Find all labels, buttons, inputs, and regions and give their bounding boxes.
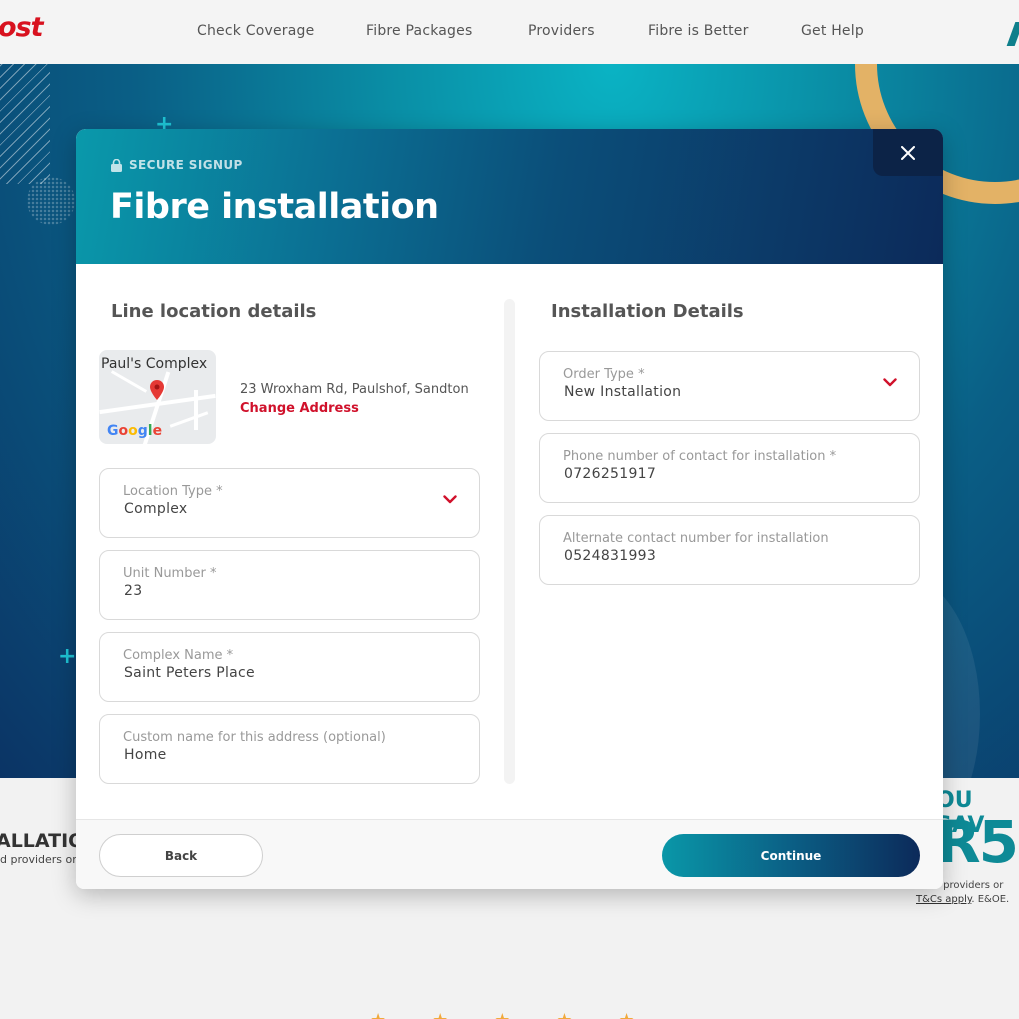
modal-title: Fibre installation xyxy=(110,187,439,227)
unit-number-field[interactable]: Unit Number * 23 xyxy=(99,550,480,620)
fibre-installation-modal: SECURE SIGNUP Fibre installation Line lo… xyxy=(76,129,943,889)
field-value: 0726251917 xyxy=(564,466,657,482)
lock-icon xyxy=(111,158,122,172)
chevron-down-icon xyxy=(883,378,897,387)
modal-header: SECURE SIGNUP Fibre installation xyxy=(76,129,943,264)
continue-button[interactable]: Continue xyxy=(662,834,920,877)
chevron-down-icon xyxy=(443,495,457,504)
field-label: Complex Name * xyxy=(123,648,234,663)
field-label: Custom name for this address (optional) xyxy=(123,730,386,745)
complex-name-field[interactable]: Complex Name * Saint Peters Place xyxy=(99,632,480,702)
nav-providers[interactable]: Providers xyxy=(528,23,595,39)
site-logo[interactable]: ost xyxy=(0,12,44,43)
back-button[interactable]: Back xyxy=(99,834,263,877)
promo-right-terms: T&Cs apply. E&OE. xyxy=(916,894,1009,905)
nav-check-coverage[interactable]: Check Coverage xyxy=(197,23,314,39)
secure-signup-text: SECURE SIGNUP xyxy=(129,158,243,172)
field-label: Alternate contact number for installatio… xyxy=(563,531,829,546)
address-text: 23 Wroxham Rd, Paulshof, Sandton xyxy=(240,382,469,397)
field-value: 0524831993 xyxy=(564,548,657,564)
nav-get-help[interactable]: Get Help xyxy=(801,23,864,39)
map-pin-icon xyxy=(150,380,164,400)
plus-icon: + xyxy=(58,644,77,669)
field-label: Unit Number * xyxy=(123,566,217,581)
close-button[interactable] xyxy=(873,129,943,176)
installation-details-heading: Installation Details xyxy=(551,301,744,322)
column-divider xyxy=(504,299,515,784)
map-place-label: Paul's Complex xyxy=(101,356,208,372)
close-icon xyxy=(901,145,915,160)
field-value: Complex xyxy=(124,501,188,517)
nav-fibre-packages[interactable]: Fibre Packages xyxy=(366,23,472,39)
field-value: Saint Peters Place xyxy=(124,665,255,681)
order-type-select[interactable]: Order Type * New Installation xyxy=(539,351,920,421)
field-value: 23 xyxy=(124,583,143,599)
promo-left-subtitle: d providers or xyxy=(0,853,77,866)
secure-signup-label: SECURE SIGNUP xyxy=(111,158,243,172)
rating-stars: ★★★★★ xyxy=(370,1010,650,1019)
map-road xyxy=(169,411,209,428)
terms-suffix: . E&OE. xyxy=(971,894,1010,905)
dots-decoration xyxy=(27,177,75,225)
field-value: Home xyxy=(124,747,167,763)
google-logo: Google xyxy=(107,423,163,439)
nav-fibre-is-better[interactable]: Fibre is Better xyxy=(648,23,749,39)
stripes-decoration xyxy=(0,64,50,184)
custom-address-name-field[interactable]: Custom name for this address (optional) … xyxy=(99,714,480,784)
field-label: Order Type * xyxy=(563,367,645,382)
top-navigation: ost Check Coverage Fibre Packages Provid… xyxy=(0,0,1019,64)
terms-link[interactable]: T&Cs apply xyxy=(916,894,971,905)
field-label: Location Type * xyxy=(123,484,223,499)
promo-left-title: ALLATIO xyxy=(0,830,85,852)
field-label: Phone number of contact for installation… xyxy=(563,449,837,464)
field-value: New Installation xyxy=(564,384,682,400)
promo-right-amount: R50 xyxy=(936,808,1019,876)
nav-edge-decoration xyxy=(1006,22,1019,46)
contact-phone-field[interactable]: Phone number of contact for installation… xyxy=(539,433,920,503)
alternate-phone-field[interactable]: Alternate contact number for installatio… xyxy=(539,515,920,585)
change-address-link[interactable]: Change Address xyxy=(240,401,359,416)
map-road xyxy=(194,390,198,430)
address-map-thumbnail[interactable]: Paul's Complex Google xyxy=(99,350,216,444)
map-road xyxy=(110,370,148,393)
location-type-select[interactable]: Location Type * Complex xyxy=(99,468,480,538)
modal-footer: Back Continue xyxy=(76,819,943,889)
line-location-heading: Line location details xyxy=(111,301,317,322)
